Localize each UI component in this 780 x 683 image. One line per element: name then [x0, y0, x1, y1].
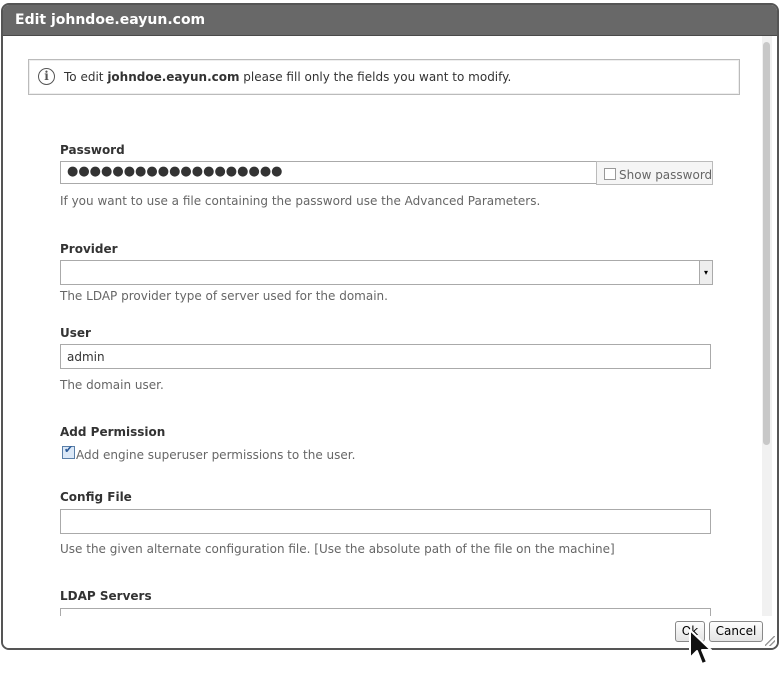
- info-suffix: please fill only the fields you want to …: [239, 70, 512, 84]
- info-domain: johndoe.eayun.com: [107, 70, 240, 84]
- user-input[interactable]: admin: [60, 344, 711, 369]
- mouse-cursor-icon: [689, 629, 712, 665]
- show-password-label: Show password: [619, 168, 713, 182]
- password-input[interactable]: ●●●●●●●●●●●●●●●●●●●: [60, 161, 598, 184]
- info-icon: i: [38, 68, 55, 85]
- user-label: User: [60, 326, 91, 340]
- edit-domain-dialog: Edit johndoe.eayun.com i To edit johndoe…: [1, 3, 779, 650]
- content-scrollbar[interactable]: [762, 36, 772, 616]
- add-permission-checkbox-label[interactable]: Add engine superuser permissions to the …: [76, 448, 355, 462]
- resize-grip-icon[interactable]: [765, 636, 775, 646]
- dialog-content: i To edit johndoe.eayun.com please fill …: [6, 36, 762, 616]
- config-file-label: Config File: [60, 490, 132, 504]
- user-value: admin: [67, 350, 105, 364]
- user-help: The domain user.: [60, 378, 164, 392]
- provider-select[interactable]: ▾: [60, 260, 713, 285]
- dialog-title: Edit johndoe.eayun.com: [15, 12, 206, 28]
- password-label: Password: [60, 143, 125, 157]
- add-permission-label: Add Permission: [60, 425, 166, 439]
- checkmark-icon: ✔: [64, 443, 74, 456]
- dialog-titlebar[interactable]: Edit johndoe.eayun.com: [3, 5, 777, 36]
- info-prefix: To edit: [64, 70, 108, 84]
- info-message: To edit johndoe.eayun.com please fill on…: [64, 70, 511, 84]
- info-message-box: i To edit johndoe.eayun.com please fill …: [28, 59, 740, 95]
- ldap-servers-input[interactable]: [60, 608, 711, 616]
- password-masked-value: ●●●●●●●●●●●●●●●●●●●: [67, 164, 283, 179]
- config-file-help: Use the given alternate configuration fi…: [60, 542, 615, 556]
- provider-label: Provider: [60, 242, 118, 256]
- provider-help: The LDAP provider type of server used fo…: [60, 289, 388, 303]
- show-password-checkbox[interactable]: [604, 168, 616, 180]
- config-file-input[interactable]: [60, 509, 711, 534]
- ldap-servers-label: LDAP Servers: [60, 589, 152, 603]
- dropdown-arrow-icon[interactable]: ▾: [699, 261, 712, 284]
- show-password-toggle[interactable]: Show password: [596, 161, 713, 185]
- password-help: If you want to use a file containing the…: [60, 194, 541, 208]
- cancel-button[interactable]: Cancel: [709, 621, 763, 642]
- scrollbar-thumb[interactable]: [763, 42, 770, 445]
- dialog-footer: Ok Cancel: [3, 616, 777, 648]
- add-permission-checkbox[interactable]: ✔: [62, 443, 75, 459]
